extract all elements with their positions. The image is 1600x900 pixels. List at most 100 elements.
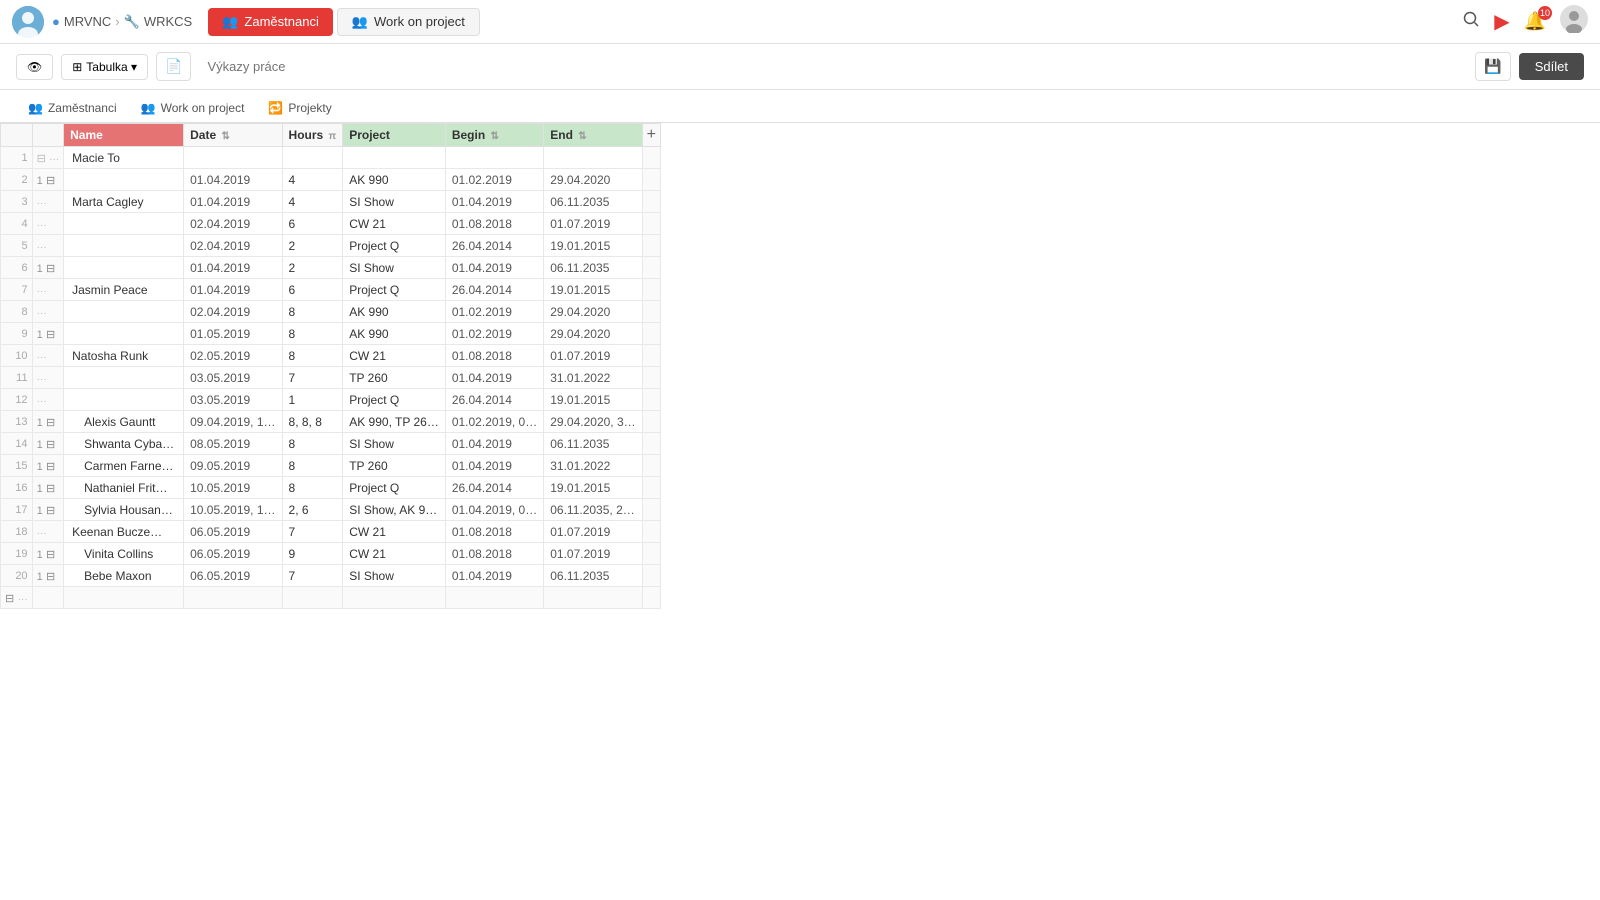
expand-icon[interactable]: ⊟ xyxy=(46,263,55,275)
col-hours[interactable]: Hours π xyxy=(282,124,343,147)
view-toggle-button[interactable]: 👁 xyxy=(16,54,53,80)
row-controls[interactable]: 1 ⊟ xyxy=(32,565,64,587)
cell-name xyxy=(64,301,184,323)
row-controls[interactable]: ⊟ ··· xyxy=(32,147,64,169)
add-column-button[interactable]: + xyxy=(643,124,660,146)
row-controls[interactable]: ··· xyxy=(32,367,64,389)
cell-begin: 01.04.2019 xyxy=(445,257,543,279)
cell-empty xyxy=(642,235,660,257)
expand-icon[interactable]: ⊟ xyxy=(37,153,46,165)
col-date[interactable]: Date ⇅ xyxy=(184,124,282,147)
row-controls[interactable]: 1 ⊟ xyxy=(32,543,64,565)
youtube-button[interactable]: ▶ xyxy=(1494,9,1509,34)
nav-tab-work-on-project[interactable]: 👥 Work on project xyxy=(337,8,480,36)
cell-empty xyxy=(642,147,660,169)
expand-icon[interactable]: ⊟ xyxy=(46,175,55,187)
cell-hours: 7 xyxy=(282,565,343,587)
save-icon: 💾 xyxy=(1484,58,1501,74)
user-menu-button[interactable] xyxy=(1560,5,1588,38)
toolbar: 👁 ⊞ Tabulka ▾ 📄 💾 Sdílet xyxy=(0,44,1600,90)
row-number: 6 xyxy=(1,257,33,279)
row-controls[interactable]: ··· xyxy=(32,235,64,257)
col-hours-sort[interactable]: π xyxy=(329,131,337,142)
row-controls[interactable]: 1 ⊟ xyxy=(32,323,64,345)
cell-project: SI Show xyxy=(343,565,446,587)
cell-end: 01.07.2019 xyxy=(544,213,642,235)
col-date-sort[interactable]: ⇅ xyxy=(221,131,229,142)
col-begin-sort[interactable]: ⇅ xyxy=(491,131,499,142)
row-controls[interactable]: 1 ⊟ xyxy=(32,455,64,477)
row-number: 11 xyxy=(1,367,33,389)
row-controls[interactable]: ··· xyxy=(32,279,64,301)
row-number: 13 xyxy=(1,411,33,433)
cell-begin: 01.04.2019 xyxy=(445,433,543,455)
sub-tab-projekty[interactable]: 🔁 Projekty xyxy=(256,96,343,122)
row-number: 10 xyxy=(1,345,33,367)
row-controls[interactable]: ··· xyxy=(32,521,64,543)
notification-button[interactable]: 🔔 10 xyxy=(1524,11,1546,32)
cell-date: 03.05.2019 xyxy=(184,367,282,389)
eye-icon: 👁 xyxy=(27,60,42,74)
row-controls[interactable]: 1 ⊟ xyxy=(32,411,64,433)
nav-right: ▶ 🔔 10 xyxy=(1462,5,1588,38)
row-controls[interactable]: ··· xyxy=(32,191,64,213)
cell-name: Sylvia Housan… xyxy=(64,499,184,521)
cell-project: SI Show xyxy=(343,433,446,455)
cell-end: 19.01.2015 xyxy=(544,279,642,301)
row-controls[interactable]: ··· xyxy=(32,301,64,323)
sub-tab-work-on-project[interactable]: 👥 Work on project xyxy=(129,96,257,122)
cell-name: Carmen Farne… xyxy=(64,455,184,477)
row-controls[interactable]: ··· xyxy=(32,213,64,235)
row-controls[interactable]: ··· xyxy=(32,345,64,367)
table-row: 171 ⊟Sylvia Housan…10.05.2019, 1…2, 6SI … xyxy=(1,499,661,521)
row-controls[interactable]: 1 ⊟ xyxy=(32,169,64,191)
breadcrumb-sub[interactable]: WRKCS xyxy=(144,14,192,29)
save-button[interactable]: 💾 xyxy=(1475,52,1510,81)
row-controls[interactable]: 1 ⊟ xyxy=(32,499,64,521)
col-name[interactable]: Name xyxy=(64,124,184,147)
cell-name xyxy=(64,389,184,411)
col-controls xyxy=(32,124,64,147)
sub-tab-projekty-icon: 🔁 xyxy=(268,101,283,115)
row-controls[interactable]: 1 ⊟ xyxy=(32,477,64,499)
share-label: Sdílet xyxy=(1535,59,1568,74)
expand-icon[interactable]: ⊟ xyxy=(46,439,55,451)
expand-icon[interactable]: ⊟ xyxy=(46,549,55,561)
cell-date: 01.04.2019 xyxy=(184,191,282,213)
col-end-sort[interactable]: ⇅ xyxy=(578,131,586,142)
table-row: 8···02.04.20198AK 99001.02.201929.04.202… xyxy=(1,301,661,323)
cell-name: Bebe Maxon xyxy=(64,565,184,587)
expand-icon[interactable]: ⊟ xyxy=(46,329,55,341)
col-begin[interactable]: Begin ⇅ xyxy=(445,124,543,147)
cell-empty xyxy=(642,389,660,411)
cell-begin: 26.04.2014 xyxy=(445,477,543,499)
table-row: 12···03.05.20191Project Q26.04.201419.01… xyxy=(1,389,661,411)
sub-tab-zamestnanci[interactable]: 👥 Zaměstnanci xyxy=(16,96,129,122)
col-add[interactable]: + xyxy=(642,124,660,147)
share-button[interactable]: Sdílet xyxy=(1519,53,1584,80)
row-controls[interactable]: 1 ⊟ xyxy=(32,433,64,455)
expand-icon[interactable]: ⊟ xyxy=(46,417,55,429)
cell-project: AK 990, TP 26… xyxy=(343,411,446,433)
footer-expand[interactable]: ⊟ xyxy=(5,593,14,605)
expand-icon[interactable]: ⊟ xyxy=(46,483,55,495)
row-controls[interactable]: ··· xyxy=(32,389,64,411)
report-title-input[interactable] xyxy=(199,55,1467,78)
breadcrumb-app[interactable]: MRVNC xyxy=(64,14,111,29)
expand-icon[interactable]: ⊟ xyxy=(46,571,55,583)
col-project[interactable]: Project xyxy=(343,124,446,147)
cell-date: 06.05.2019 xyxy=(184,565,282,587)
expand-icon[interactable]: ⊟ xyxy=(46,505,55,517)
cell-hours: 6 xyxy=(282,279,343,301)
row-controls[interactable]: 1 ⊟ xyxy=(32,257,64,279)
cell-name: Alexis Gauntt xyxy=(64,411,184,433)
search-button[interactable] xyxy=(1462,10,1480,33)
cell-name xyxy=(64,323,184,345)
nav-tab-zamestnanci[interactable]: 👥 Zaměstnanci xyxy=(208,8,333,36)
expand-icon[interactable]: ⊟ xyxy=(46,461,55,473)
col-end[interactable]: End ⇅ xyxy=(544,124,642,147)
table-view-button[interactable]: ⊞ Tabulka ▾ xyxy=(61,54,148,80)
cell-project: AK 990 xyxy=(343,301,446,323)
col-row-num xyxy=(1,124,33,147)
doc-icon-button[interactable]: 📄 xyxy=(156,52,191,81)
